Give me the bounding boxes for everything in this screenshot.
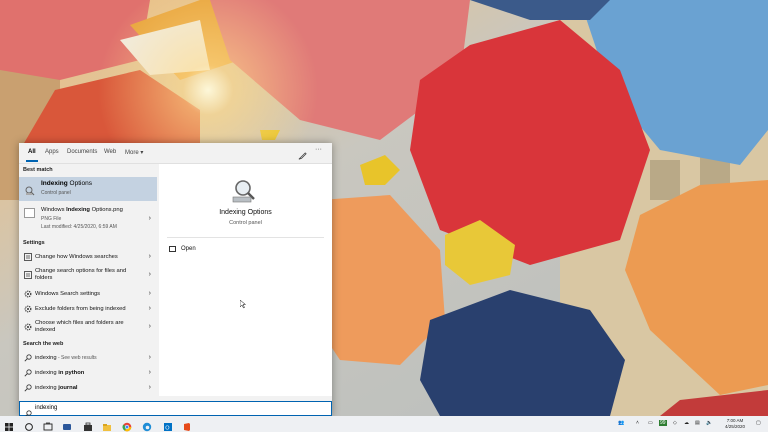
more-options-icon[interactable]: ··· [315, 146, 322, 153]
action-center-icon[interactable]: ▢ [756, 420, 761, 426]
volume-icon[interactable]: 🔈 [706, 420, 712, 426]
file-explorer-icon[interactable] [102, 419, 112, 431]
tab-more[interactable]: More ▾ [125, 149, 143, 156]
web-suggestion[interactable]: indexing journal › [19, 382, 157, 396]
onedrive-icon[interactable]: ☁ [684, 420, 689, 426]
svg-text:O: O [165, 426, 170, 432]
people-icon[interactable]: 👥 [618, 420, 624, 426]
web-suggestion[interactable]: indexing in python › [19, 367, 157, 381]
windows-start-icon[interactable] [4, 419, 14, 431]
file-result-type: PNG File [41, 216, 62, 222]
list-icon [24, 253, 32, 261]
chevron-right-icon[interactable]: › [149, 354, 151, 361]
outlook-icon[interactable]: O [163, 419, 173, 432]
image-file-icon [24, 208, 35, 218]
settings-item-label: Choose which files and folders are index… [35, 320, 124, 333]
active-tab-indicator [26, 160, 38, 162]
tab-web[interactable]: Web [104, 149, 116, 155]
search-icon [24, 384, 32, 392]
web-suggestion-label: indexing in python [35, 370, 85, 376]
chrome-icon[interactable] [122, 419, 132, 432]
preview-subtitle: Control panel [229, 220, 262, 226]
feedback-icon[interactable] [298, 148, 307, 160]
network-icon[interactable]: ▤ [695, 420, 700, 426]
chevron-down-icon: ▾ [140, 150, 144, 156]
settings-item-label: Change how Windows searches [35, 254, 118, 260]
indexing-options-large-icon [229, 178, 259, 204]
settings-heading: Settings [23, 240, 45, 246]
file-result[interactable]: Windows Indexing Options.png PNG File La… [19, 205, 157, 237]
settings-item[interactable]: Change how Windows searches › [19, 251, 157, 265]
open-icon [169, 246, 176, 252]
clock-date: 4/25/2020 [724, 424, 746, 429]
preview-pane: Indexing Options Control panel Open [159, 164, 332, 396]
file-result-title: Windows Indexing Options.png [41, 207, 123, 213]
chevron-right-icon[interactable]: › [149, 253, 151, 260]
chevron-right-icon[interactable]: › [149, 384, 151, 391]
file-result-modified: Last modified: 4/25/2020, 6:59 AM [41, 224, 117, 230]
indexing-options-icon [25, 183, 35, 196]
chevron-up-icon[interactable]: ˄ [636, 420, 639, 426]
best-match-title: Indexing Options [41, 180, 92, 187]
settings-item-label: Exclude folders from being indexed [35, 306, 126, 312]
task-view-icon[interactable] [43, 419, 53, 431]
edge-icon[interactable] [142, 419, 152, 432]
best-match-result[interactable]: Indexing Options Control panel [19, 177, 157, 201]
results-list: Best match Indexing Options Control pane… [19, 164, 157, 396]
settings-item-label: Windows Search settings [35, 291, 101, 297]
chevron-right-icon[interactable]: › [149, 305, 151, 312]
settings-item[interactable]: Choose which files and folders are index… [19, 318, 157, 338]
gear-icon [24, 323, 32, 331]
tab-all[interactable]: All [28, 149, 36, 155]
settings-item[interactable]: Change search options for files and fold… [19, 266, 157, 286]
best-match-heading: Best match [23, 167, 53, 173]
search-icon [24, 354, 32, 362]
search-filter-tabs: All Apps Documents Web More ▾ ··· [19, 143, 332, 164]
taskbar: O 👥 ˄ ▭ 99 ◇ ☁ ▤ 🔈 7:00 AM 4/25/2020 ▢ [0, 416, 768, 432]
settings-item-label: Change search options for files and fold… [35, 268, 127, 281]
search-web-heading: Search the web [23, 341, 64, 347]
dropbox-icon[interactable]: ◇ [673, 420, 677, 426]
chevron-right-icon[interactable]: › [149, 369, 151, 376]
chevron-right-icon[interactable]: › [149, 215, 151, 222]
chat-icon[interactable]: ▭ [648, 420, 653, 426]
skype-icon[interactable] [62, 419, 72, 430]
web-suggestion-label: indexing journal [35, 385, 78, 391]
start-search-panel: All Apps Documents Web More ▾ ··· Best m… [19, 143, 332, 416]
office-icon[interactable] [182, 419, 192, 431]
cortana-icon[interactable] [24, 419, 34, 431]
open-action[interactable]: Open [167, 245, 267, 255]
search-icon [24, 369, 32, 377]
preview-divider [167, 237, 324, 238]
settings-item[interactable]: Exclude folders from being indexed › [19, 303, 157, 317]
clock[interactable]: 7:00 AM 4/25/2020 [720, 418, 750, 430]
mouse-cursor-icon [239, 296, 247, 314]
open-label: Open [181, 246, 196, 252]
search-query: indexing [35, 405, 58, 411]
best-match-subtitle: Control panel [41, 190, 71, 196]
chevron-right-icon[interactable]: › [149, 323, 151, 330]
store-icon[interactable] [83, 419, 93, 431]
chevron-right-icon[interactable]: › [149, 271, 151, 278]
gear-icon [24, 290, 32, 298]
gear-icon [24, 305, 32, 313]
tab-documents[interactable]: Documents [67, 149, 97, 155]
settings-item[interactable]: Windows Search settings › [19, 288, 157, 302]
search-box[interactable]: indexing [19, 401, 332, 418]
notification-badge[interactable]: 99 [659, 420, 667, 426]
preview-title: Indexing Options [219, 209, 272, 216]
chevron-right-icon[interactable]: › [149, 290, 151, 297]
tab-apps[interactable]: Apps [45, 149, 59, 155]
list-icon [24, 271, 32, 279]
web-suggestion-label: indexing - See web results [35, 355, 97, 361]
tab-more-label: More [125, 150, 139, 156]
web-suggestion[interactable]: indexing - See web results › [19, 352, 157, 366]
